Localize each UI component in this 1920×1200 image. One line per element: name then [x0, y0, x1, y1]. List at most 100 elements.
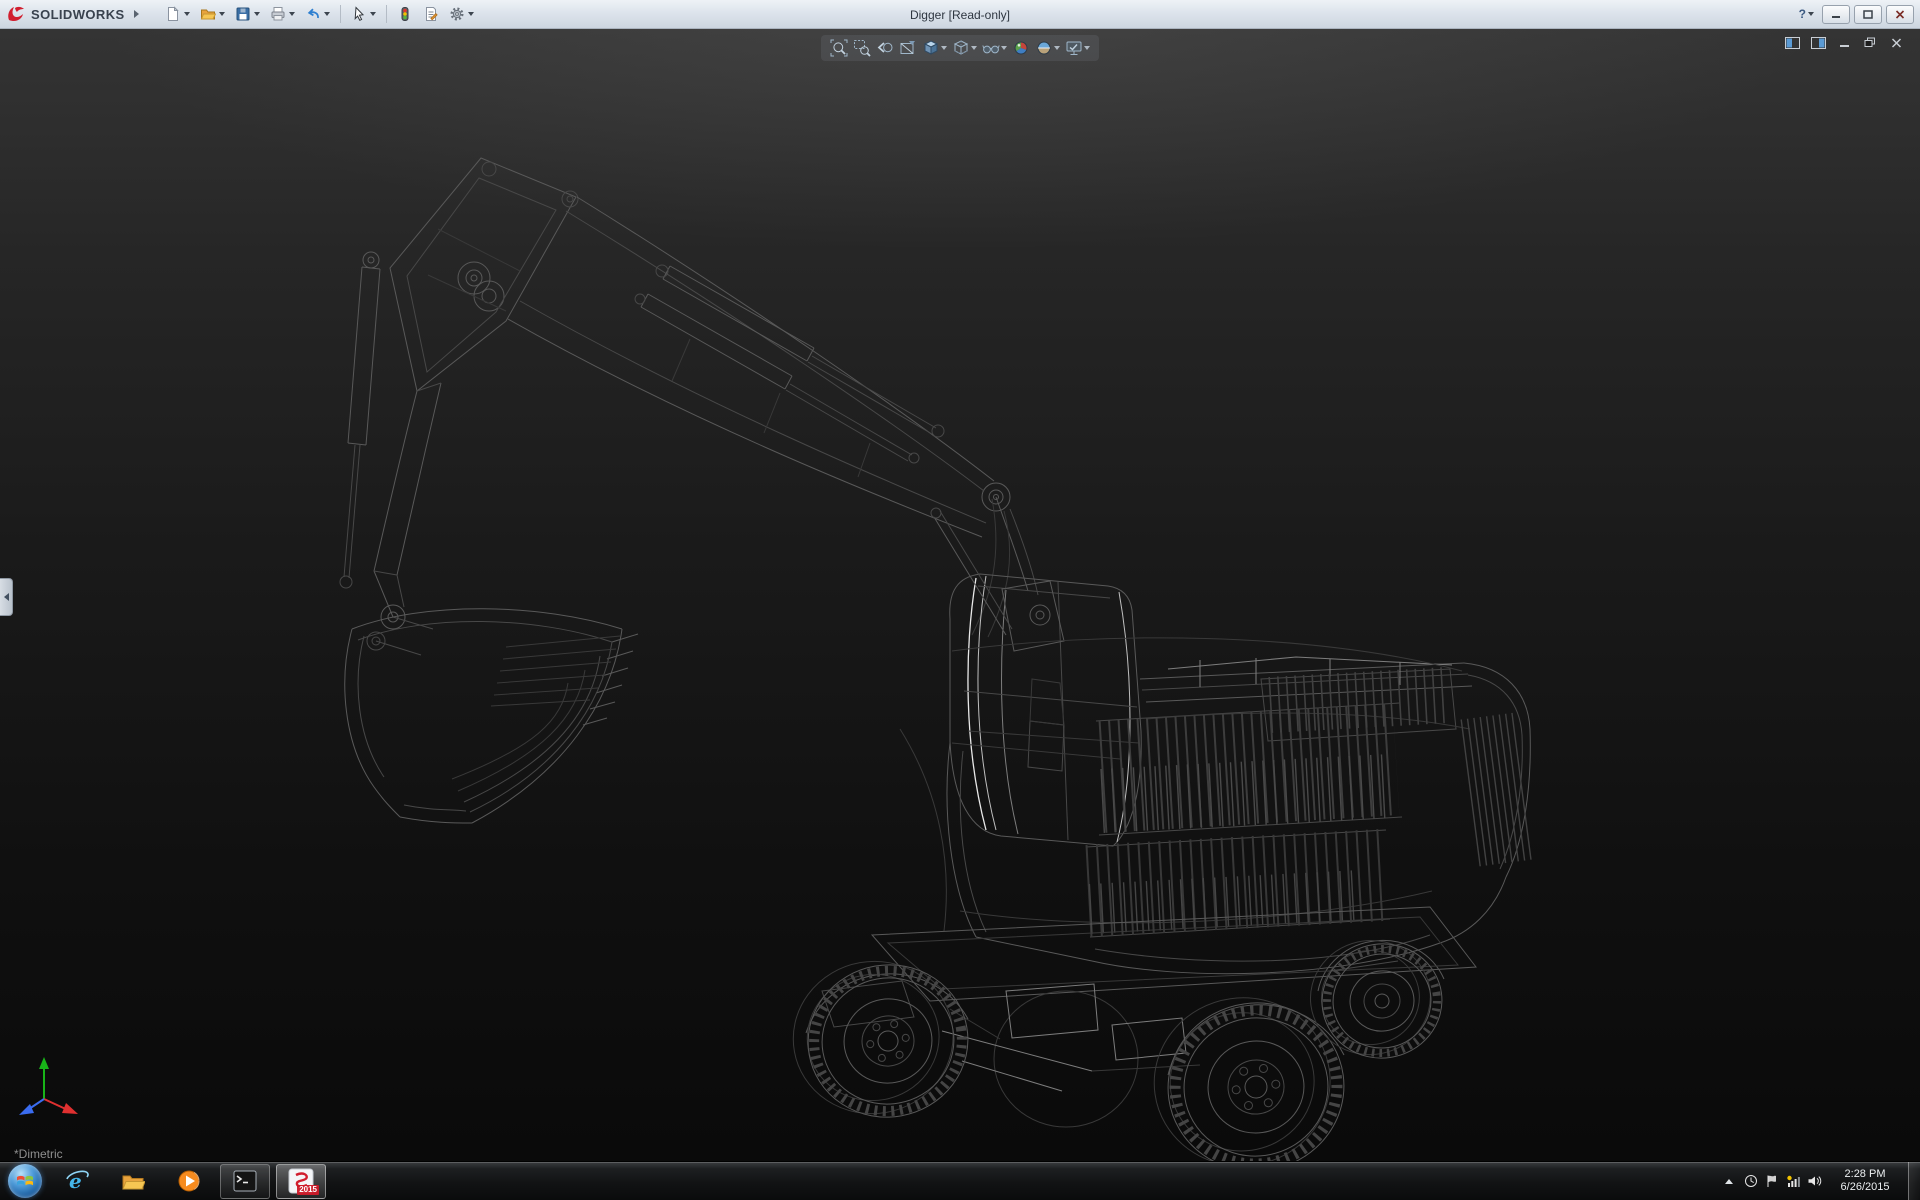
doc-restore-button[interactable]	[1860, 34, 1880, 51]
heads-up-view-toolbar	[821, 35, 1099, 61]
view-orientation-label: *Dimetric	[14, 1147, 63, 1161]
chassis-frame	[806, 907, 1476, 1075]
maximize-icon	[1863, 10, 1873, 19]
tray-time: 2:28 PM	[1830, 1168, 1900, 1181]
apply-scene-button[interactable]	[1033, 37, 1062, 59]
taskbar-solidworks[interactable]: 2015	[276, 1164, 326, 1199]
bucket-cylinder	[348, 252, 380, 445]
maximize-button[interactable]	[1854, 5, 1882, 24]
machinery-slats-2	[1088, 875, 1382, 891]
file-properties-button[interactable]	[419, 3, 443, 26]
taskbar-command-prompt[interactable]	[220, 1164, 270, 1199]
show-hidden-icons-button[interactable]	[1720, 1169, 1738, 1193]
help-button[interactable]: ?	[1795, 5, 1818, 23]
boom-apex-inner	[407, 162, 578, 372]
chassis-details	[822, 961, 1398, 1027]
save-button[interactable]	[231, 3, 264, 26]
tray-clock-icon[interactable]	[1744, 1174, 1758, 1188]
taskbar-internet-explorer[interactable]: e	[52, 1164, 102, 1199]
bucket-ribs	[452, 636, 620, 791]
menus-expand-arrow[interactable]	[134, 10, 139, 18]
print-icon	[270, 6, 286, 22]
dropdown-caret	[971, 46, 977, 50]
zoom-to-area-button[interactable]	[851, 37, 873, 59]
radiator-slats	[1470, 786, 1524, 793]
save-floppy-icon	[235, 6, 251, 22]
tray-clock[interactable]: 2:28 PM 6/26/2015	[1830, 1168, 1900, 1194]
dropdown-caret	[1054, 46, 1060, 50]
close-button[interactable]	[1886, 5, 1914, 24]
select-button[interactable]	[347, 3, 380, 26]
section-view-button[interactable]	[897, 37, 919, 59]
hide-show-glasses-icon	[982, 39, 1000, 57]
toolbar-separator	[386, 5, 387, 23]
caption-buttons: ?	[1795, 5, 1920, 24]
chevron-up-icon	[1725, 1179, 1733, 1184]
zoom-to-fit-button[interactable]	[828, 37, 850, 59]
view-settings-button[interactable]	[1063, 37, 1092, 59]
open-button[interactable]	[196, 3, 229, 26]
open-folder-icon	[200, 6, 216, 22]
solidworks-window: SOLIDWORKS	[0, 0, 1920, 1200]
view-orientation-cube-icon	[922, 39, 940, 57]
tray-date: 6/26/2015	[1830, 1181, 1900, 1194]
hide-show-items-button[interactable]	[980, 37, 1009, 59]
dropdown-caret	[1084, 46, 1090, 50]
solidworks-version-badge: 2015	[297, 1185, 319, 1195]
start-button[interactable]	[8, 1164, 42, 1198]
doc-minimize-button[interactable]	[1834, 34, 1854, 51]
new-button[interactable]	[161, 3, 194, 26]
taskbar: e	[0, 1161, 1920, 1200]
pane-left-button[interactable]	[1782, 34, 1802, 51]
volume-icon[interactable]	[1807, 1174, 1822, 1188]
edit-appearance-button[interactable]	[1010, 37, 1032, 59]
folder-icon	[121, 1170, 145, 1192]
dropdown-caret	[324, 12, 330, 16]
file-properties-icon	[423, 6, 439, 22]
display-style-button[interactable]	[950, 37, 979, 59]
rebuild-button[interactable]	[393, 3, 417, 26]
new-document-icon	[165, 6, 181, 22]
bucket-shell	[358, 621, 612, 812]
zoom-to-fit-icon	[830, 39, 848, 57]
collapsed-pane-tab[interactable]	[0, 578, 13, 616]
minimize-button[interactable]	[1822, 5, 1850, 24]
options-button[interactable]	[445, 3, 478, 26]
rebuild-traffic-light-icon	[397, 6, 413, 22]
boom-mount	[934, 517, 1064, 651]
stick-linkage	[367, 383, 441, 655]
solidworks-logo-icon	[6, 5, 26, 23]
machinery-slats-1	[1102, 759, 1396, 777]
dropdown-caret	[370, 12, 376, 16]
zoom-to-area-icon	[853, 39, 871, 57]
boom-cylinder-1	[641, 266, 814, 389]
doc-restore-icon	[1864, 37, 1876, 48]
undo-button[interactable]	[301, 3, 334, 26]
minimize-icon	[1831, 10, 1841, 19]
previous-view-icon	[876, 39, 894, 57]
pane-right-button[interactable]	[1808, 34, 1828, 51]
brand: SOLIDWORKS	[0, 0, 147, 28]
previous-view-button[interactable]	[874, 37, 896, 59]
boom-arm-inner	[520, 211, 1038, 595]
cab-highlight-front	[968, 578, 986, 830]
action-center-flag-icon[interactable]	[1765, 1174, 1779, 1188]
select-cursor-icon	[351, 6, 367, 22]
dropdown-caret	[468, 12, 474, 16]
network-icon[interactable]	[1786, 1174, 1800, 1188]
chevron-left-icon	[4, 593, 9, 601]
pane-right-icon	[1811, 37, 1826, 49]
media-player-icon	[177, 1169, 201, 1193]
taskbar-windows-explorer[interactable]	[108, 1164, 158, 1199]
view-orientation-button[interactable]	[920, 37, 949, 59]
doc-close-button[interactable]	[1886, 34, 1906, 51]
print-button[interactable]	[266, 3, 299, 26]
show-desktop-button[interactable]	[1908, 1162, 1920, 1200]
internet-explorer-icon: e	[65, 1169, 89, 1193]
undo-arrow-icon	[305, 6, 321, 22]
taskbar-media-player[interactable]	[164, 1164, 214, 1199]
graphics-area[interactable]: *Dimetric	[0, 29, 1920, 1161]
wheel-rear-right	[1303, 931, 1449, 1067]
taskbar-apps: e	[52, 1164, 326, 1199]
boom-cylinder-rods	[635, 265, 944, 463]
